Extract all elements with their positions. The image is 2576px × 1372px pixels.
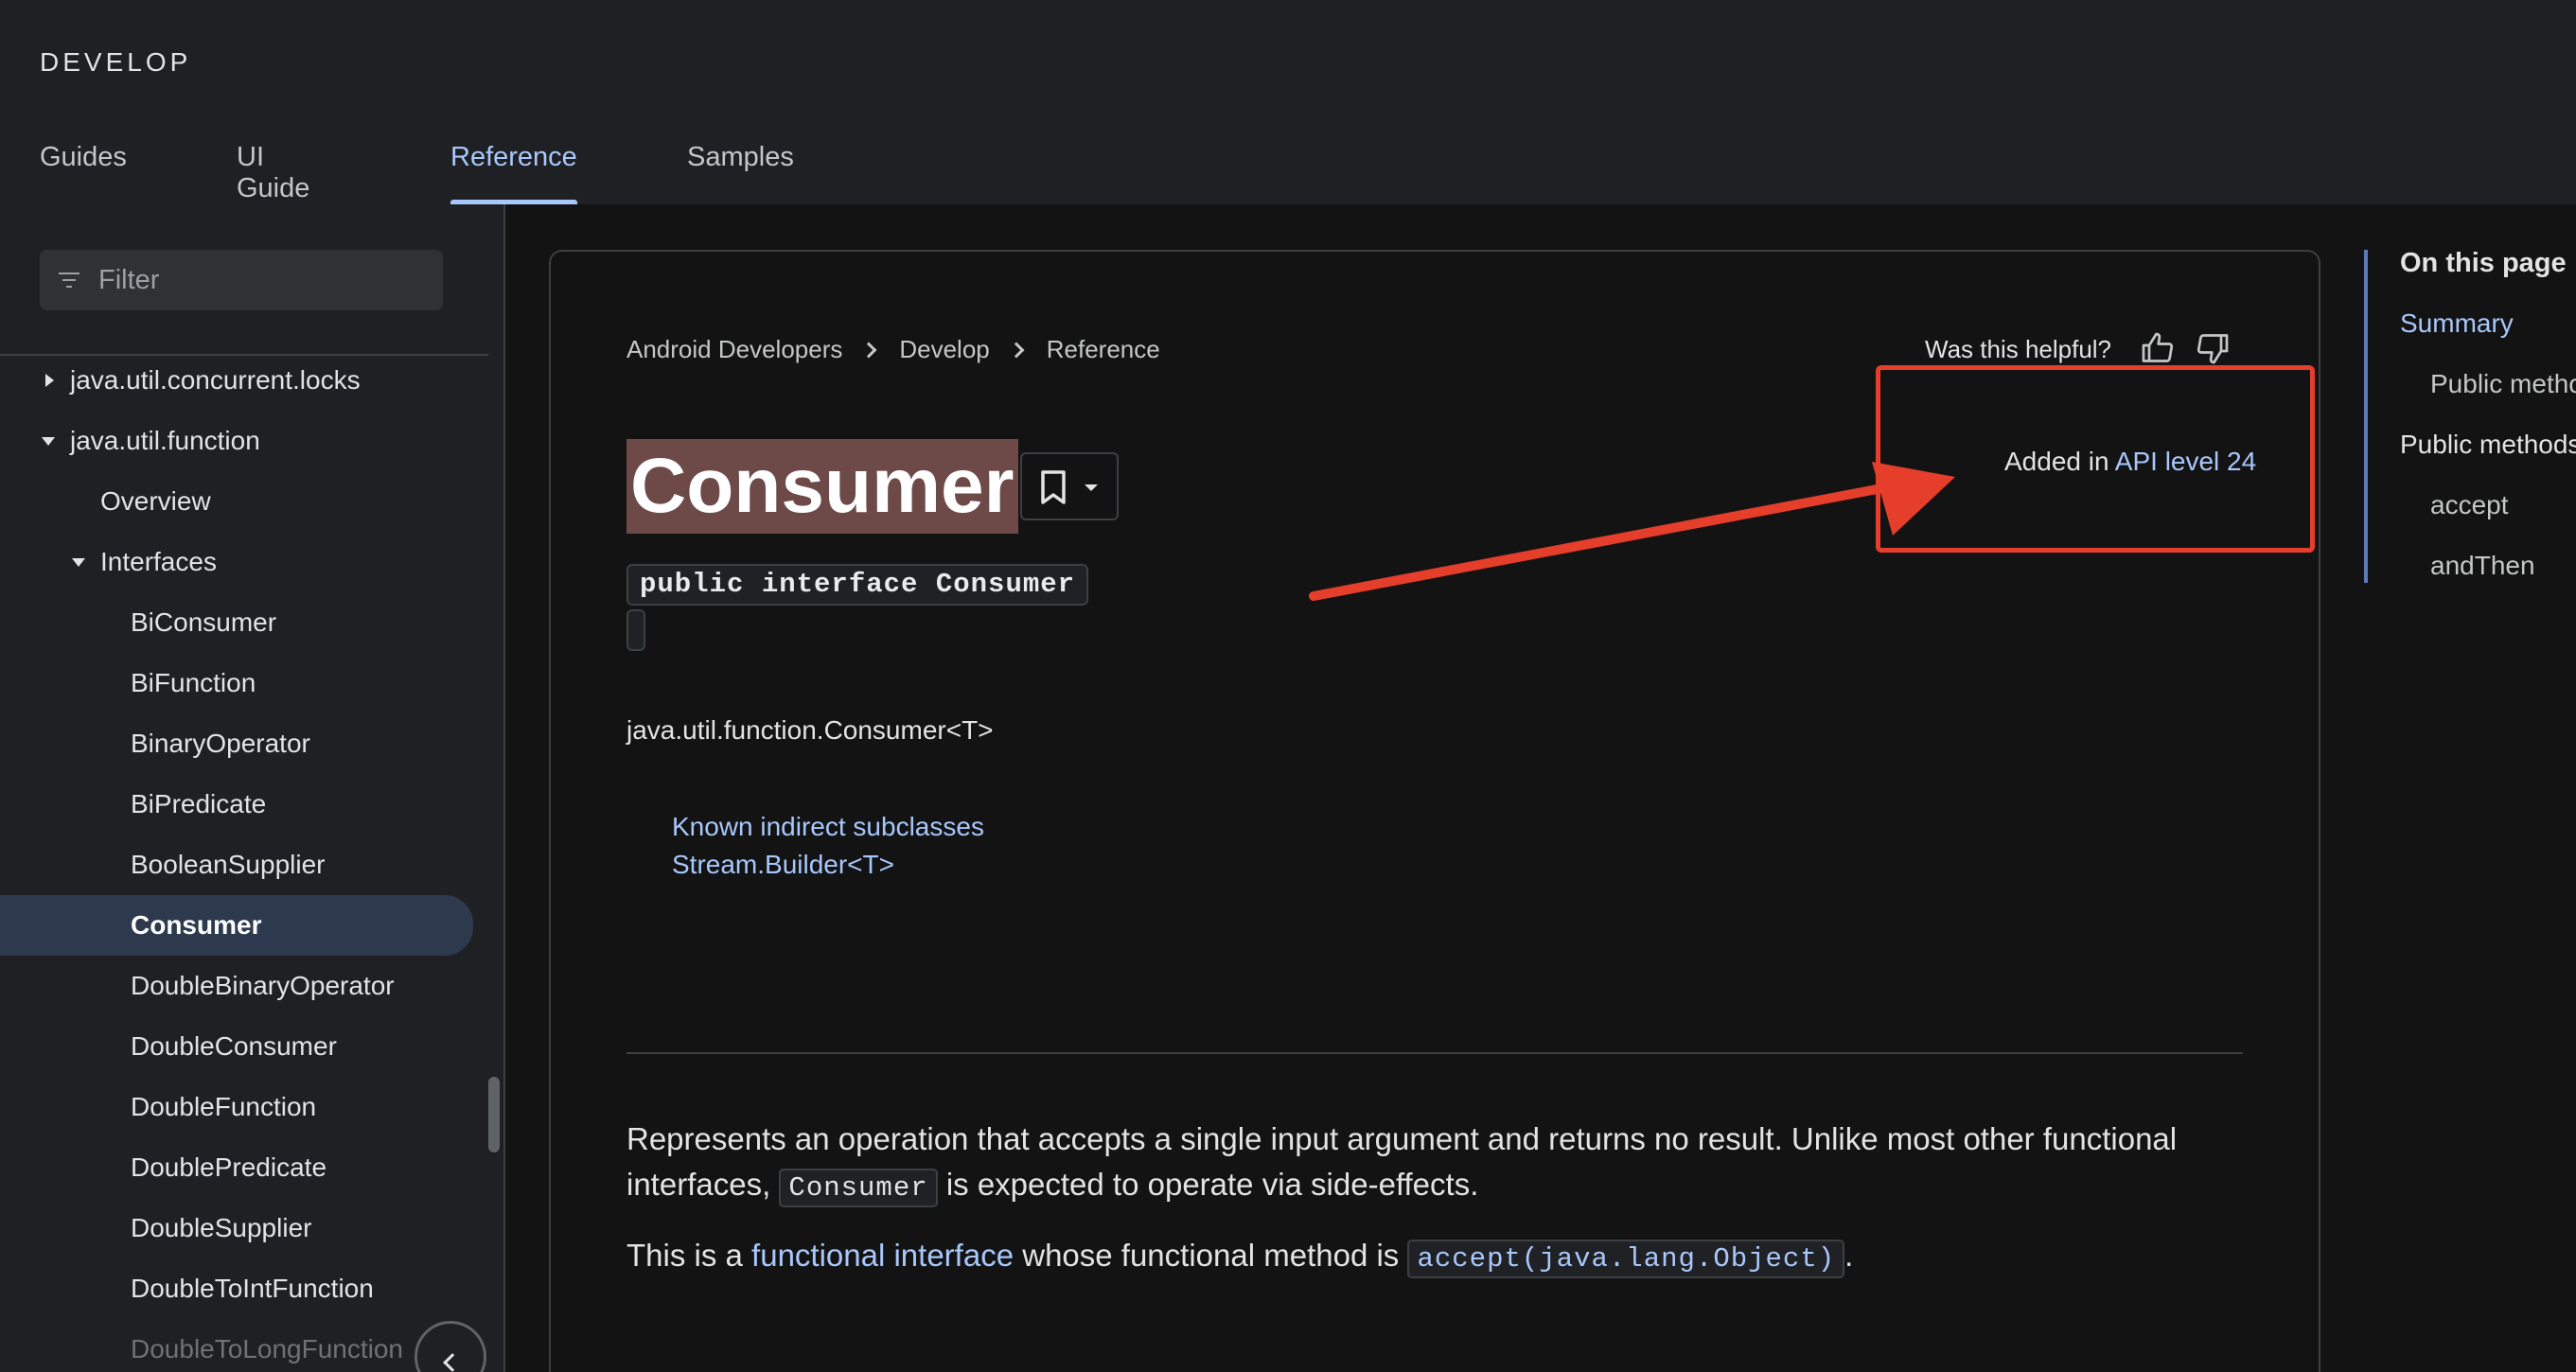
sidebar-item-binaryoperator[interactable]: BinaryOperator (0, 717, 473, 770)
toc-item-public-methods-sub[interactable]: Public methods (2430, 369, 2576, 399)
sidebar-item-label: BiFunction (131, 668, 256, 697)
filter-input[interactable] (98, 264, 420, 296)
toc-indicator (2364, 250, 2368, 583)
sidebar-item-bipredicate[interactable]: BiPredicate (0, 778, 473, 831)
sidebar-item-label: DoubleConsumer (131, 1031, 337, 1061)
sidebar-item-label: DoubleToLongFunction (131, 1334, 403, 1363)
description-paragraph-1: Represents an operation that accepts a s… (626, 1117, 2254, 1211)
sidebar-item-label: BiPredicate (131, 789, 267, 818)
filter-icon (59, 273, 79, 288)
chevron-right-icon (860, 342, 877, 358)
bookmark-icon (1041, 470, 1066, 504)
sidebar-item-doublesupplier[interactable]: DoubleSupplier (0, 1202, 473, 1255)
sidebar-item-consumer[interactable]: Consumer (0, 895, 473, 956)
tab-ui-guide[interactable]: UI Guide (237, 132, 309, 204)
sidebar-item-doubletointfunction[interactable]: DoubleToIntFunction (0, 1262, 473, 1315)
sidebar-item-doubleconsumer[interactable]: DoubleConsumer (0, 1020, 473, 1073)
accept-method-link[interactable]: accept(java.lang.Object) (1407, 1240, 1845, 1278)
sidebar-item-label: DoubleSupplier (131, 1213, 312, 1242)
thumbs-up-icon[interactable] (2141, 331, 2175, 365)
tab-guides[interactable]: Guides (40, 132, 127, 204)
sidebar-item-label: DoubleToIntFunction (131, 1274, 374, 1303)
helpful-prompt: Was this helpful? (1925, 335, 2112, 363)
code-block-stub (626, 609, 645, 651)
breadcrumb-android-developers[interactable]: Android Developers (626, 335, 842, 364)
thumbs-down-icon[interactable] (2196, 331, 2230, 365)
page-title: Consumer (630, 443, 1015, 529)
sidebar-item-doubletolongfunction[interactable]: DoubleToLongFunction (0, 1323, 473, 1372)
known-subclasses-toggle[interactable]: Known indirect subclasses (672, 812, 984, 842)
toc-item-public-methods[interactable]: Public methods (2400, 430, 2576, 460)
toc-item-andthen[interactable]: andThen (2430, 551, 2535, 581)
sidebar-item-java-util-concurrent-locks[interactable]: java.util.concurrent.locks (0, 354, 473, 407)
inline-code: Consumer (779, 1169, 938, 1207)
caret-down-icon[interactable] (42, 437, 55, 446)
breadcrumb-reference[interactable]: Reference (1047, 335, 1160, 364)
sidebar-scrollbar[interactable] (488, 1077, 500, 1152)
sidebar-item-label: BinaryOperator (131, 729, 310, 758)
chevron-right-icon (1008, 342, 1025, 358)
bookmark-button[interactable] (1020, 452, 1119, 520)
sidebar-border (503, 204, 505, 1372)
site-brand[interactable]: DEVELOP (40, 47, 191, 78)
functional-interface-link[interactable]: functional interface (751, 1238, 1014, 1273)
sidebar-item-label: Consumer (131, 910, 262, 940)
desc-text: This is a (626, 1238, 752, 1273)
chevron-left-icon (443, 1353, 462, 1372)
desc-text: whose functional method is (1014, 1238, 1408, 1273)
toc-title: On this page (2400, 248, 2567, 278)
sidebar-item-label: BooleanSupplier (131, 850, 326, 879)
sidebar-item-label: Overview (100, 486, 211, 516)
sidebar-item-label: DoublePredicate (131, 1152, 327, 1182)
known-subclass-link[interactable]: Stream.Builder<T> (672, 850, 894, 880)
breadcrumb: Android Developers Develop Reference (626, 335, 1160, 364)
tab-samples[interactable]: Samples (687, 132, 794, 204)
desc-text: is expected to operate via side-effects. (937, 1167, 1479, 1202)
dropdown-arrow-icon (1085, 484, 1098, 491)
top-header: DEVELOP Guides UI Guide Reference Sample… (0, 0, 2576, 204)
sidebar-item-biconsumer[interactable]: BiConsumer (0, 596, 473, 649)
sidebar-nav: java.util.concurrent.locks java.util.fun… (0, 204, 503, 1372)
sidebar-item-label: DoubleFunction (131, 1092, 317, 1121)
sidebar-item-doublefunction[interactable]: DoubleFunction (0, 1081, 473, 1134)
desc-text: . (1844, 1238, 1854, 1273)
content-divider (626, 1052, 2243, 1054)
filter-box[interactable] (40, 250, 443, 310)
toc-item-accept[interactable]: accept (2430, 490, 2509, 520)
sidebar-item-doublebinaryoperator[interactable]: DoubleBinaryOperator (0, 959, 473, 1012)
sidebar-item-label: BiConsumer (131, 607, 277, 637)
breadcrumb-develop[interactable]: Develop (899, 335, 989, 364)
caret-down-icon[interactable] (72, 558, 85, 567)
description-paragraph-2: This is a functional interface whose fun… (626, 1238, 1854, 1278)
tab-reference[interactable]: Reference (450, 132, 577, 204)
sidebar-item-label: Interfaces (100, 547, 217, 576)
toc-item-summary[interactable]: Summary (2400, 308, 2514, 339)
sidebar-item-label: java.util.concurrent.locks (70, 365, 361, 395)
sidebar-item-java-util-function[interactable]: java.util.function (0, 414, 473, 467)
sidebar-item-doublepredicate[interactable]: DoublePredicate (0, 1141, 473, 1194)
page-title-highlight: Consumer (626, 439, 1018, 534)
sidebar-item-label: DoubleBinaryOperator (131, 971, 395, 1000)
sidebar-item-overview[interactable]: Overview (0, 475, 473, 528)
caret-right-icon[interactable] (45, 374, 54, 387)
fully-qualified-name: java.util.function.Consumer<T> (626, 715, 994, 745)
sidebar-item-interfaces[interactable]: Interfaces (0, 536, 473, 589)
sidebar-item-bifunction[interactable]: BiFunction (0, 657, 473, 710)
sidebar-item-booleansupplier[interactable]: BooleanSupplier (0, 838, 473, 891)
sidebar-item-label: java.util.function (70, 426, 260, 455)
annotation-arrow (1309, 462, 1955, 601)
interface-declaration: public interface Consumer (626, 564, 1089, 606)
